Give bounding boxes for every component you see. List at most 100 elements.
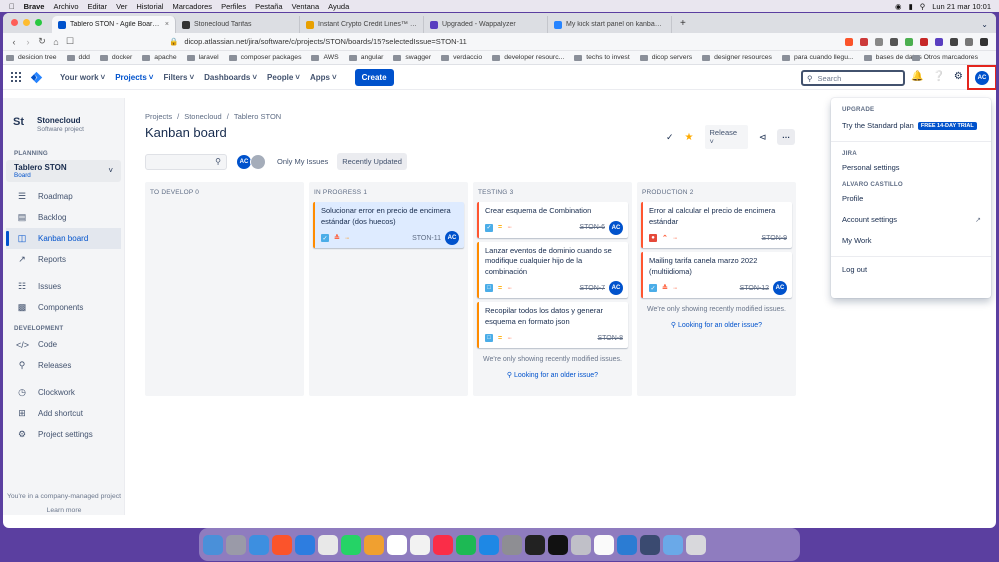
avatar[interactable]: AC <box>445 231 459 245</box>
jira-logo-icon[interactable] <box>30 71 43 84</box>
reload-icon[interactable]: ↻ <box>35 36 49 47</box>
issue-card[interactable]: Solucionar error en precio de encimera e… <box>313 202 464 248</box>
reminders-icon[interactable] <box>410 534 430 555</box>
issue-card[interactable]: Lanzar eventos de dominio cuando se modi… <box>477 241 628 298</box>
my-work-item[interactable]: My Work <box>831 230 991 251</box>
phpstorm-icon[interactable] <box>548 534 568 555</box>
menu-archivo[interactable]: Archivo <box>53 2 78 11</box>
browser-tab-tarifas[interactable]: Stonecloud Tarifas <box>176 16 300 33</box>
bookmark-folder[interactable]: designer resources <box>702 54 772 61</box>
more-actions-button[interactable]: ··· <box>777 129 795 145</box>
personal-settings-item[interactable]: Personal settings <box>831 157 991 178</box>
extension-icon[interactable] <box>875 37 883 46</box>
bookmark-folder[interactable]: desicion tree <box>6 54 57 61</box>
bookmark-folder[interactable]: angular <box>348 54 383 61</box>
unassigned-avatar[interactable] <box>250 153 266 170</box>
safari-icon[interactable] <box>249 534 269 555</box>
extension-icon[interactable] <box>935 37 943 46</box>
menu-ayuda[interactable]: Ayuda <box>328 2 349 11</box>
terminal-icon[interactable] <box>525 534 545 555</box>
release-button[interactable]: Release ˅ <box>704 125 748 149</box>
extension-icon[interactable] <box>905 37 913 46</box>
close-window-button[interactable] <box>11 19 18 26</box>
sidebar-item-project-settings[interactable]: ⚙ Project settings <box>3 424 124 445</box>
spotify-icon[interactable] <box>456 534 476 555</box>
zoom-window-button[interactable] <box>35 19 42 26</box>
sidebar-item-issues[interactable]: ☷ Issues <box>3 276 124 297</box>
try-standard-plan-item[interactable]: Try the Standard plan FREE 14-DAY TRIAL <box>831 115 991 136</box>
apple-icon[interactable]:  <box>9 2 15 11</box>
project-header[interactable]: St Stonecloud Software project <box>3 98 124 133</box>
sidebar-item-code[interactable]: </> Code <box>3 334 124 355</box>
other-bookmarks[interactable]: Otros marcadores <box>911 54 978 61</box>
app-switcher-icon[interactable] <box>11 72 21 82</box>
wallet-icon[interactable] <box>965 37 973 46</box>
browser-tab-wappalyzer[interactable]: Upgraded - Wappalyzer <box>424 16 548 33</box>
music-icon[interactable] <box>433 534 453 555</box>
avatar[interactable]: AC <box>773 281 787 295</box>
avatar[interactable]: AC <box>609 281 623 295</box>
sidebar-item-components[interactable]: ▩ Components <box>3 297 124 318</box>
breadcrumb-board[interactable]: Tablero STON <box>234 112 281 121</box>
tab-list-chevron-icon[interactable]: ⌄ <box>981 20 988 29</box>
lock-icon[interactable]: 🔒 <box>169 37 178 46</box>
app-icon[interactable] <box>640 534 660 555</box>
profile-avatar-button[interactable]: AC <box>967 65 996 90</box>
issue-card[interactable]: Crear esquema de Combination ✓ = ··· STO… <box>477 202 628 238</box>
star-icon[interactable]: ★ <box>685 132 694 143</box>
launchpad-icon[interactable] <box>226 534 246 555</box>
account-settings-item[interactable]: Account settings ↗ <box>831 209 991 230</box>
older-issue-link[interactable]: ⚲ Looking for an older issue? <box>641 321 792 329</box>
issue-card[interactable]: Recopilar todos los datos y generar esqu… <box>477 302 628 348</box>
breadcrumb-projects[interactable]: Projects <box>145 112 172 121</box>
back-icon[interactable]: ‹ <box>7 37 21 47</box>
calendar-icon[interactable] <box>387 534 407 555</box>
menu-perfiles[interactable]: Perfiles <box>221 2 246 11</box>
board-selector[interactable]: Tablero STON Board ˅ <box>6 160 121 182</box>
sidebar-item-reports[interactable]: ↗ Reports <box>3 249 124 270</box>
only-my-issues-button[interactable]: Only My Issues <box>272 153 333 170</box>
issue-card[interactable]: Error al calcular el precio de encimera … <box>641 202 792 248</box>
menu-ventana[interactable]: Ventana <box>292 2 320 11</box>
sidebar-item-roadmap[interactable]: ☰ Roadmap <box>3 186 124 207</box>
nav-people[interactable]: People ˅ <box>267 73 300 82</box>
menu-pestana[interactable]: Pestaña <box>255 2 283 11</box>
bookmark-folder[interactable]: docker <box>99 54 132 61</box>
brave-icon[interactable] <box>272 534 292 555</box>
app-store-icon[interactable] <box>295 534 315 555</box>
browser-tab-jira[interactable]: Tablero STON - Agile Board - Jir × <box>52 16 176 33</box>
sidebar-item-kanban-board[interactable]: ◫ Kanban board <box>6 228 121 249</box>
bookmark-icon[interactable]: ☐ <box>63 36 77 47</box>
board-search-input[interactable]: ⚲ <box>145 153 227 170</box>
breadcrumb-stonecloud[interactable]: Stonecloud <box>184 112 222 121</box>
bookmark-folder[interactable]: composer packages <box>228 54 301 61</box>
bookmark-folder[interactable]: para cuando llegu... <box>781 54 854 61</box>
preview-icon[interactable] <box>571 534 591 555</box>
notion-icon[interactable] <box>594 534 614 555</box>
help-icon[interactable]: ❔ <box>932 71 944 82</box>
sidebar-item-backlog[interactable]: ▤ Backlog <box>3 207 124 228</box>
nav-projects[interactable]: Projects ˅ <box>115 73 153 82</box>
trash-icon[interactable] <box>686 534 706 555</box>
sidebar-item-clockwork[interactable]: ◷ Clockwork <box>3 382 124 403</box>
photos-icon[interactable] <box>364 534 384 555</box>
browser-tab-kickstart[interactable]: My kick start panel on kanban boar <box>548 16 672 33</box>
older-issue-link[interactable]: ⚲ Looking for an older issue? <box>477 371 628 379</box>
nav-apps[interactable]: Apps ˅ <box>310 73 337 82</box>
slack-icon[interactable] <box>318 534 338 555</box>
bookmark-folder[interactable]: apache <box>142 54 177 61</box>
brave-shields-icon[interactable] <box>845 37 853 46</box>
menu-marcadores[interactable]: Marcadores <box>172 2 212 11</box>
bookmark-folder[interactable]: ddd <box>66 54 90 61</box>
notifications-icon[interactable]: 🔔 <box>911 71 923 82</box>
profile-item[interactable]: Profile <box>831 188 991 209</box>
extension-icon[interactable] <box>890 37 898 46</box>
avatar[interactable]: AC <box>609 220 623 235</box>
lightning-icon[interactable]: ✓ <box>666 132 674 143</box>
menu-historial[interactable]: Historial <box>136 2 163 11</box>
browser-tab-crypto[interactable]: Instant Crypto Credit Lines™ – Borr <box>300 16 424 33</box>
minimize-window-button[interactable] <box>23 19 30 26</box>
puzzle-icon[interactable] <box>950 37 958 46</box>
bookmark-folder[interactable]: verdaccio <box>441 54 482 61</box>
forward-icon[interactable]: › <box>21 37 35 47</box>
